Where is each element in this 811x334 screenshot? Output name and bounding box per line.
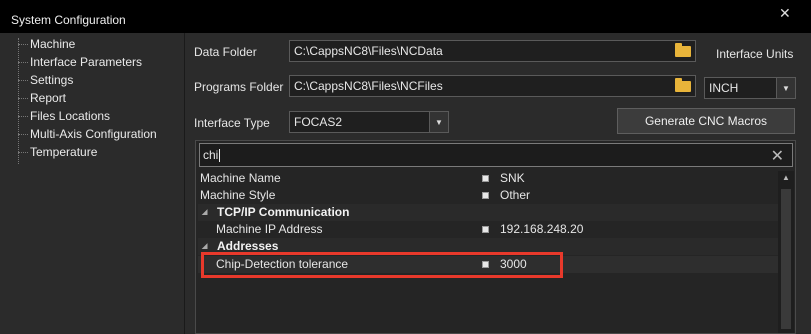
nav-item-temperature[interactable]: Temperature bbox=[14, 143, 97, 161]
data-folder-field[interactable]: C:\CappsNC8\Files\NCData bbox=[289, 40, 696, 62]
property-value: 192.168.248.20 bbox=[500, 222, 584, 236]
interface-units-select[interactable]: INCH ▼ bbox=[704, 77, 796, 99]
folder-icon[interactable] bbox=[671, 40, 695, 62]
interface-type-label: Interface Type bbox=[194, 116, 270, 130]
category-title: TCP/IP Communication bbox=[217, 205, 350, 219]
nav-tree: Machine Interface Parameters Settings Re… bbox=[0, 33, 184, 334]
grid-row[interactable]: Chip-Detection tolerance 3000 bbox=[198, 256, 778, 273]
property-name: Machine IP Address bbox=[216, 222, 323, 236]
checkbox-icon bbox=[482, 192, 489, 199]
category-title: Addresses bbox=[217, 239, 279, 253]
programs-folder-field[interactable]: C:\CappsNC8\Files\NCFiles bbox=[289, 75, 696, 97]
grid-row[interactable]: Machine Style Other bbox=[198, 187, 778, 204]
folder-icon[interactable] bbox=[671, 75, 695, 97]
property-name: Chip-Detection tolerance bbox=[216, 257, 349, 271]
search-input[interactable]: chi ✕ bbox=[199, 143, 793, 167]
scrollbar[interactable]: ▲ bbox=[778, 171, 794, 333]
nav-item-interface-parameters[interactable]: Interface Parameters bbox=[14, 53, 142, 71]
scroll-thumb[interactable] bbox=[781, 189, 791, 329]
category-header[interactable]: ◢ TCP/IP Communication bbox=[198, 204, 778, 221]
programs-folder-label: Programs Folder bbox=[194, 80, 284, 94]
collapse-icon[interactable]: ◢ bbox=[202, 204, 207, 221]
generate-cnc-macros-button[interactable]: Generate CNC Macros bbox=[617, 108, 795, 134]
interface-units-label: Interface Units bbox=[716, 47, 794, 61]
scroll-up-icon[interactable]: ▲ bbox=[778, 171, 794, 185]
nav-item-multi-axis-configuration[interactable]: Multi-Axis Configuration bbox=[14, 125, 157, 143]
search-text: chi bbox=[203, 148, 219, 162]
nav-item-files-locations[interactable]: Files Locations bbox=[14, 107, 110, 125]
chevron-down-icon[interactable]: ▼ bbox=[429, 112, 448, 132]
interface-units-value: INCH bbox=[709, 81, 739, 95]
property-name: Machine Style bbox=[200, 188, 276, 202]
title-bar: System Configuration ✕ bbox=[0, 0, 811, 33]
window-title: System Configuration bbox=[11, 13, 126, 27]
divider bbox=[184, 33, 185, 334]
checkbox-icon bbox=[482, 175, 489, 182]
nav-item-report[interactable]: Report bbox=[14, 89, 66, 107]
interface-type-value: FOCAS2 bbox=[294, 115, 343, 129]
close-icon[interactable]: ✕ bbox=[779, 5, 791, 22]
property-value: 3000 bbox=[500, 257, 527, 271]
property-name: Machine Name bbox=[200, 171, 281, 185]
checkbox-icon bbox=[482, 261, 489, 268]
property-value: SNK bbox=[500, 171, 525, 185]
grid-row[interactable]: Machine Name SNK bbox=[198, 170, 778, 187]
nav-item-settings[interactable]: Settings bbox=[14, 71, 73, 89]
close-icon[interactable]: ✕ bbox=[771, 146, 784, 166]
nav-item-machine[interactable]: Machine bbox=[14, 35, 75, 53]
collapse-icon[interactable]: ◢ bbox=[202, 238, 207, 255]
interface-type-select[interactable]: FOCAS2 ▼ bbox=[289, 111, 449, 133]
chevron-down-icon[interactable]: ▼ bbox=[776, 78, 795, 98]
category-header[interactable]: ◢ Addresses bbox=[198, 238, 778, 255]
grid-row[interactable]: Machine IP Address 192.168.248.20 bbox=[198, 221, 778, 238]
checkbox-icon bbox=[482, 226, 489, 233]
data-folder-label: Data Folder bbox=[194, 45, 257, 59]
property-value: Other bbox=[500, 188, 531, 202]
